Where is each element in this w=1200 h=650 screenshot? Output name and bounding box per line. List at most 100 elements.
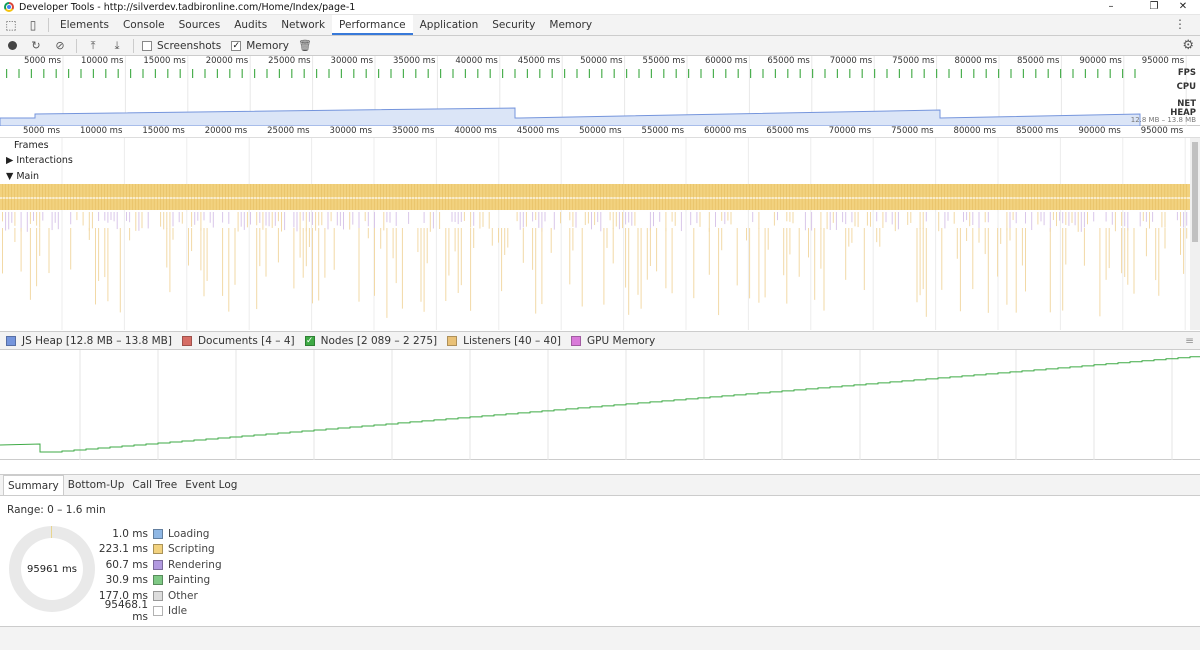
listeners-checkbox[interactable] bbox=[447, 335, 458, 346]
interactions-track-label[interactable]: ▶ Interactions bbox=[6, 155, 73, 166]
fps-bar bbox=[130, 69, 132, 78]
scrollbar-thumb[interactable] bbox=[1192, 142, 1198, 242]
fps-bar bbox=[303, 69, 305, 78]
task-tick bbox=[1056, 184, 1057, 210]
screenshots-checkbox[interactable]: Screenshots bbox=[142, 40, 221, 52]
main-track-label[interactable]: ▼ Main bbox=[6, 171, 39, 182]
event-slice bbox=[29, 228, 31, 300]
tab-memory[interactable]: Memory bbox=[542, 15, 599, 35]
event-slice bbox=[243, 212, 245, 230]
event-slice bbox=[129, 212, 131, 223]
legend-js-heap[interactable]: JS Heap [12.8 MB – 13.8 MB] bbox=[6, 335, 172, 347]
legend-gpu-memory[interactable]: GPU Memory bbox=[571, 335, 655, 347]
event-slice bbox=[1077, 212, 1079, 232]
timeline-tick-label: 10000 ms bbox=[79, 126, 123, 136]
event-slice bbox=[5, 212, 7, 231]
tab-call-tree[interactable]: Call Tree bbox=[128, 475, 181, 495]
frames-track-label[interactable]: Frames bbox=[14, 140, 49, 151]
tab-performance[interactable]: Performance bbox=[332, 15, 413, 35]
event-slice bbox=[773, 212, 775, 226]
fps-bar bbox=[142, 69, 144, 78]
memory-checkbox-box[interactable]: ✓ bbox=[231, 40, 242, 51]
memory-counter-chart[interactable] bbox=[0, 350, 1200, 460]
event-slice bbox=[194, 212, 196, 225]
task-tick bbox=[640, 184, 642, 210]
event-slice bbox=[11, 212, 13, 223]
event-slice bbox=[39, 228, 41, 256]
timeline-tick-label: 35000 ms bbox=[391, 126, 435, 136]
fps-bar bbox=[1097, 69, 1099, 78]
flame-chart-canvas[interactable] bbox=[0, 138, 1190, 330]
documents-checkbox[interactable] bbox=[181, 335, 192, 346]
summary-row-loading: 1.0 ms Loading bbox=[112, 527, 210, 540]
resize-handle-icon[interactable]: ≡ bbox=[1185, 335, 1194, 347]
task-tick bbox=[786, 184, 787, 210]
event-slice bbox=[925, 212, 927, 222]
js-heap-checkbox[interactable] bbox=[6, 335, 16, 346]
event-slice bbox=[364, 212, 366, 222]
fps-bar bbox=[564, 69, 566, 78]
event-slice bbox=[473, 212, 475, 226]
timeline-tick-label: 20000 ms bbox=[204, 126, 248, 136]
tab-security[interactable]: Security bbox=[485, 15, 542, 35]
tab-elements[interactable]: Elements bbox=[53, 15, 116, 35]
clear-button[interactable]: ⊘ bbox=[48, 36, 72, 56]
timeline-tick-label: 25000 ms bbox=[267, 126, 310, 136]
event-slice bbox=[721, 212, 723, 221]
fps-bar bbox=[737, 69, 739, 78]
screenshots-checkbox-box[interactable] bbox=[142, 40, 152, 51]
close-button[interactable]: ✕ bbox=[1166, 0, 1200, 15]
gpu-memory-checkbox[interactable] bbox=[571, 335, 582, 346]
task-tick bbox=[463, 184, 465, 210]
inspect-element-icon[interactable]: ⬚ bbox=[0, 15, 22, 35]
event-slice bbox=[634, 212, 636, 226]
task-tick bbox=[711, 184, 713, 210]
task-tick bbox=[643, 184, 645, 210]
flame-scrollbar[interactable] bbox=[1190, 138, 1200, 330]
event-slice bbox=[259, 212, 261, 223]
reload-icon: ↻ bbox=[31, 39, 41, 52]
nodes-checkbox[interactable]: ✓ bbox=[304, 335, 315, 346]
event-slice bbox=[423, 228, 425, 312]
task-tick bbox=[848, 184, 849, 210]
event-slice bbox=[457, 228, 459, 293]
collect-garbage-button[interactable]: 🗑 bbox=[293, 36, 317, 56]
task-tick bbox=[333, 184, 335, 210]
tab-event-log[interactable]: Event Log bbox=[181, 475, 241, 495]
legend-listeners[interactable]: Listeners [40 – 40] bbox=[447, 335, 561, 347]
task-tick bbox=[445, 184, 446, 210]
flame-chart[interactable]: Frames ▶ Interactions ▼ Main bbox=[0, 138, 1190, 330]
event-slice bbox=[1161, 212, 1163, 228]
event-slice bbox=[169, 228, 171, 293]
tab-summary[interactable]: Summary bbox=[3, 475, 64, 495]
tab-network[interactable]: Network bbox=[274, 15, 332, 35]
tab-audits[interactable]: Audits bbox=[227, 15, 274, 35]
memory-checkbox[interactable]: ✓ Memory bbox=[231, 40, 289, 52]
task-tick bbox=[1028, 184, 1029, 210]
tab-application[interactable]: Application bbox=[413, 15, 486, 35]
task-tick bbox=[57, 184, 59, 210]
event-slice bbox=[854, 212, 856, 227]
record-button[interactable] bbox=[0, 36, 24, 56]
event-slice bbox=[907, 212, 909, 225]
minimize-button[interactable]: – bbox=[1094, 0, 1128, 15]
load-profile-button[interactable]: ⤒ bbox=[81, 36, 105, 56]
tab-console[interactable]: Console bbox=[116, 15, 172, 35]
task-tick bbox=[677, 184, 679, 210]
tab-bottom-up[interactable]: Bottom-Up bbox=[64, 475, 129, 495]
task-tick bbox=[1046, 184, 1048, 210]
settings-gear-icon[interactable]: ⚙ bbox=[1182, 38, 1194, 53]
event-slice bbox=[649, 228, 651, 267]
reload-record-button[interactable]: ↻ bbox=[24, 36, 48, 56]
event-slice bbox=[963, 212, 964, 222]
tab-sources[interactable]: Sources bbox=[172, 15, 228, 35]
save-profile-button[interactable]: ⤓ bbox=[105, 36, 129, 56]
device-toolbar-icon[interactable]: ▯ bbox=[22, 15, 44, 35]
event-slice bbox=[1031, 212, 1033, 231]
event-slice bbox=[1164, 228, 1166, 249]
more-options-icon[interactable]: ⋮ bbox=[1174, 17, 1186, 31]
trash-icon: 🗑 bbox=[297, 39, 312, 52]
legend-documents[interactable]: Documents [4 – 4] bbox=[181, 335, 295, 347]
legend-nodes[interactable]: ✓ Nodes [2 089 – 2 275] bbox=[304, 335, 437, 347]
task-tick bbox=[246, 184, 248, 210]
